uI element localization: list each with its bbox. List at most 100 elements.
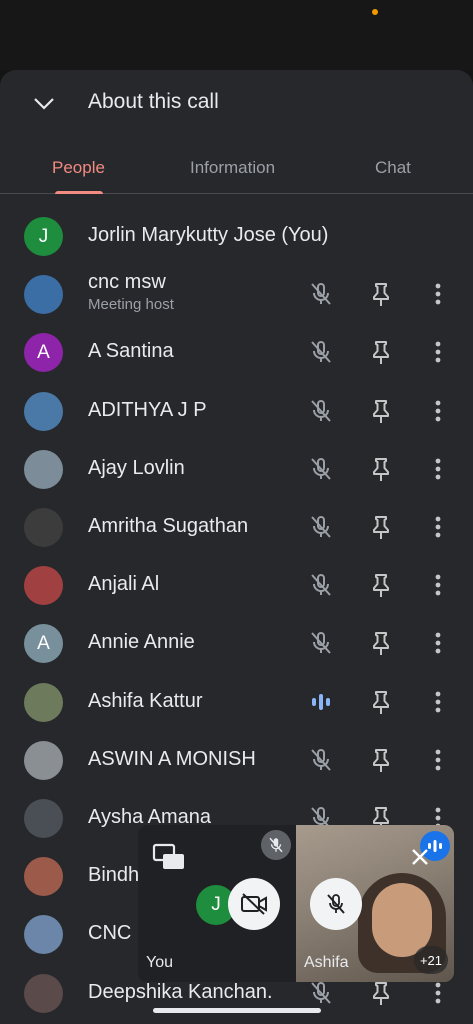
participant-row[interactable]: ASWIN A MONISH — [0, 731, 473, 789]
more-options-button[interactable] — [426, 280, 450, 308]
participant-avatar — [24, 391, 63, 431]
close-pip-button[interactable] — [408, 845, 432, 869]
mic-off-icon — [311, 981, 331, 1004]
pin-button[interactable] — [367, 338, 395, 366]
mute-status-button[interactable] — [307, 513, 335, 541]
mute-status-button[interactable] — [307, 571, 335, 599]
participant-row[interactable]: Ajay Lovlin — [0, 440, 473, 498]
mute-status-button[interactable] — [307, 338, 335, 366]
mic-off-icon — [269, 837, 283, 853]
self-muted-badge — [261, 830, 291, 860]
picture-in-picture[interactable]: J You Ashifa +21 — [138, 825, 454, 982]
participant-name: Bindh — [88, 864, 140, 887]
tab-people[interactable]: People — [52, 158, 105, 178]
participant-row[interactable]: cnc msw Meeting host — [0, 265, 473, 323]
mic-off-icon — [311, 283, 331, 305]
participant-row[interactable]: A A Santina — [0, 323, 473, 381]
more-vert-icon — [435, 632, 441, 654]
home-indicator[interactable] — [153, 1008, 321, 1013]
participant-name: Ajay Lovlin — [88, 456, 185, 479]
participant-name: ASWIN A MONISH — [88, 747, 256, 770]
pin-button[interactable] — [367, 280, 395, 308]
pin-icon — [373, 632, 389, 656]
pin-button[interactable] — [367, 979, 395, 1007]
mute-status-button[interactable] — [307, 397, 335, 425]
more-vert-icon — [435, 458, 441, 480]
participant-row[interactable]: J Jorlin Marykutty Jose (You) — [0, 207, 473, 265]
participant-row[interactable]: Ashifa Kattur — [0, 673, 473, 731]
tab-bar: People Information Chat — [0, 136, 473, 194]
participant-row[interactable]: Anjali Al — [0, 556, 473, 614]
more-options-button[interactable] — [426, 746, 450, 774]
participant-avatar — [24, 915, 63, 955]
more-options-button[interactable] — [426, 338, 450, 366]
sheet-title: About this call — [88, 90, 219, 113]
participant-avatar — [24, 740, 63, 780]
video-off-icon — [241, 893, 267, 915]
participant-row[interactable]: Amritha Sugathan — [0, 498, 473, 556]
more-options-button[interactable] — [426, 513, 450, 541]
more-vert-icon — [435, 749, 441, 771]
more-options-button[interactable] — [426, 688, 450, 716]
pip-self-label: You — [146, 954, 173, 971]
pip-self-tile: J You — [138, 825, 296, 982]
participant-avatar — [24, 566, 63, 606]
more-vert-icon — [435, 341, 441, 363]
participant-avatar — [24, 682, 63, 722]
camera-toggle-button[interactable] — [228, 878, 280, 930]
mute-status-button[interactable] — [307, 979, 335, 1007]
participant-avatar — [24, 449, 63, 489]
pin-icon — [373, 574, 389, 598]
more-options-button[interactable] — [426, 979, 450, 1007]
mic-off-icon — [311, 516, 331, 538]
pin-button[interactable] — [367, 746, 395, 774]
more-options-button[interactable] — [426, 397, 450, 425]
participant-avatar — [24, 275, 63, 315]
mute-status-button[interactable] — [307, 629, 335, 657]
pin-icon — [373, 341, 389, 365]
mute-status-button[interactable] — [307, 746, 335, 774]
pin-button[interactable] — [367, 688, 395, 716]
collapse-button[interactable] — [22, 84, 66, 124]
more-vert-icon — [435, 982, 441, 1003]
more-vert-icon — [435, 691, 441, 712]
privacy-indicator-dot — [372, 9, 378, 15]
tab-chat[interactable]: Chat — [375, 158, 411, 178]
status-bar — [0, 0, 473, 70]
remote-mute-button[interactable] — [310, 878, 362, 930]
mute-status-button[interactable] — [307, 280, 335, 308]
participant-name: CNC — [88, 922, 132, 945]
pin-button[interactable] — [367, 397, 395, 425]
tab-information[interactable]: Information — [190, 158, 275, 178]
more-options-button[interactable] — [426, 455, 450, 483]
mic-off-icon — [311, 574, 331, 596]
mute-status-button[interactable] — [307, 455, 335, 483]
participant-name: Anjali Al — [88, 573, 160, 596]
pin-button[interactable] — [367, 571, 395, 599]
sheet-header: About this call — [0, 70, 473, 136]
participant-avatar — [24, 799, 63, 838]
more-vert-icon — [435, 400, 441, 421]
mic-off-icon — [311, 748, 331, 771]
audio-level-icon — [312, 693, 330, 710]
pin-button[interactable] — [367, 629, 395, 657]
more-options-button[interactable] — [426, 629, 450, 657]
participant-name: ADITHYA J P — [88, 398, 207, 421]
others-count-badge: +21 — [414, 946, 448, 974]
participant-row[interactable]: A Annie Annie — [0, 614, 473, 672]
more-options-button[interactable] — [426, 571, 450, 599]
pin-icon — [373, 748, 389, 772]
mic-off-icon — [311, 632, 331, 655]
participant-avatar — [24, 857, 63, 897]
pin-button[interactable] — [367, 513, 395, 541]
participant-row[interactable]: ADITHYA J P — [0, 382, 473, 440]
participant-name: Ashifa Kattur — [88, 689, 203, 712]
switch-layout-icon[interactable] — [152, 843, 186, 871]
pip-remote-label: Ashifa — [304, 954, 349, 971]
mic-off-icon — [311, 399, 331, 422]
more-vert-icon — [435, 574, 441, 596]
speaking-indicator — [307, 688, 335, 716]
mic-off-icon — [311, 457, 331, 480]
pin-button[interactable] — [367, 455, 395, 483]
participant-name: Deepshika Kanchan. — [88, 980, 273, 1003]
